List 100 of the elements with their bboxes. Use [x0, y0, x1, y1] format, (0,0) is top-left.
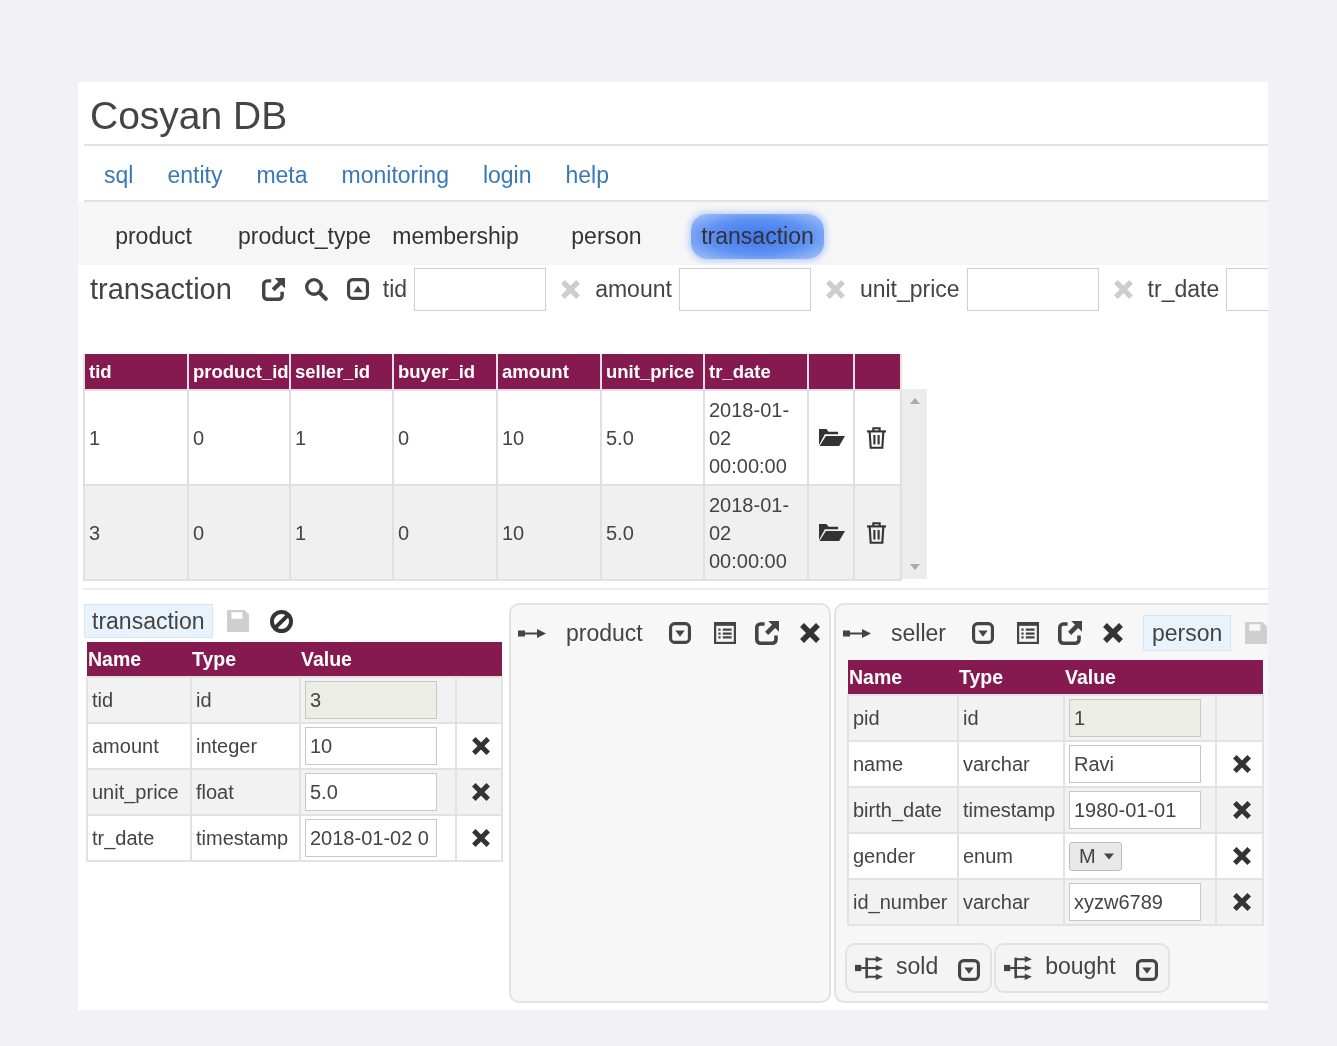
table-cell: 2018-01-02 00:00:00 [704, 485, 808, 580]
nav-link[interactable]: login [465, 161, 549, 189]
caret-down-icon[interactable] [668, 622, 691, 644]
column-header: Type [958, 660, 1064, 695]
entity-badge: transaction [84, 604, 213, 638]
folder-icon[interactable] [819, 524, 845, 541]
list-icon[interactable] [713, 622, 736, 644]
nav-link[interactable]: sql [87, 161, 151, 189]
trash-icon[interactable] [867, 521, 886, 544]
table-cell: tr_date [87, 815, 191, 861]
entity-tab[interactable]: product [105, 214, 202, 259]
table-cell: tid [87, 677, 191, 723]
table-cell: id_number [848, 879, 958, 925]
value-field[interactable]: 1980-01-01 [1069, 791, 1201, 829]
entity-tab[interactable]: transaction [691, 214, 824, 259]
ban-icon[interactable] [269, 609, 293, 633]
table-cell: 5.0 [601, 390, 704, 485]
filter-label: tid [382, 275, 408, 303]
column-header: Type [191, 642, 300, 677]
filter-input[interactable] [414, 267, 547, 311]
table-cell: 1 [290, 390, 393, 485]
table-cell: unit_price [87, 769, 191, 815]
caret-down-icon[interactable] [1135, 959, 1158, 981]
value-field[interactable]: xyzw6789 [1069, 883, 1201, 921]
table-cell: 0 [188, 485, 290, 580]
nav-link[interactable]: monitoring [324, 161, 466, 189]
nav-link[interactable]: meta [239, 161, 325, 189]
column-header[interactable]: amount [497, 354, 601, 390]
list-icon[interactable] [1016, 622, 1039, 644]
table-cell: enum [958, 833, 1064, 879]
column-header: Value [300, 642, 456, 677]
trash-icon[interactable] [867, 426, 886, 449]
value-field[interactable]: 5.0 [305, 773, 437, 811]
close-icon[interactable] [472, 737, 490, 755]
column-header[interactable]: unit_price [601, 354, 704, 390]
entity-tab[interactable]: product_type [228, 214, 381, 259]
column-header[interactable]: product_id [188, 354, 290, 390]
close-icon[interactable] [799, 623, 820, 643]
caret-down-icon[interactable] [958, 959, 981, 981]
table-cell: 5.0 [601, 485, 704, 580]
filter-input[interactable] [1226, 267, 1268, 311]
table-cell: id [958, 695, 1064, 741]
table-cell: 10 [497, 390, 601, 485]
column-header[interactable]: buyer_id [393, 354, 497, 390]
select-field[interactable]: M [1069, 841, 1122, 871]
table-cell: 3 [84, 485, 188, 580]
close-icon[interactable] [1232, 801, 1251, 819]
value-field: 3 [305, 681, 437, 719]
search-icon[interactable] [304, 277, 328, 301]
value-field[interactable]: Ravi [1069, 745, 1201, 783]
close-icon[interactable] [1232, 847, 1251, 865]
close-icon[interactable] [472, 829, 490, 847]
entity-tab[interactable]: membership [382, 214, 529, 259]
caret-icon [1103, 852, 1114, 860]
value-field[interactable]: 10 [305, 727, 437, 765]
caret-up-icon[interactable] [346, 278, 369, 300]
external-link-icon[interactable] [1057, 621, 1082, 645]
close-icon[interactable] [472, 783, 490, 801]
table-cell: pid [848, 695, 958, 741]
arrow-icon [518, 628, 546, 638]
close-icon[interactable] [1232, 893, 1251, 911]
reference-button[interactable]: bought [994, 943, 1170, 993]
column-header[interactable]: seller_id [290, 354, 393, 390]
link-title: product [566, 619, 643, 647]
table-cell: 1 [290, 485, 393, 580]
table-cell: timestamp [191, 815, 300, 861]
close-icon[interactable] [1102, 623, 1123, 643]
caret-down-icon[interactable] [971, 622, 994, 644]
nav-link[interactable]: help [548, 161, 626, 189]
column-header: Value [1064, 660, 1216, 695]
filter-label: unit_price [859, 275, 960, 303]
value-field[interactable]: 2018-01-02 0 [305, 819, 437, 857]
table-cell: 1 [84, 390, 188, 485]
close-icon[interactable] [1232, 755, 1251, 773]
entity-badge: person [1142, 615, 1232, 651]
nav-link[interactable]: entity [150, 161, 240, 189]
table-cell: float [191, 769, 300, 815]
reference-button[interactable]: sold [845, 943, 993, 993]
value-field: 1 [1069, 699, 1201, 737]
column-header[interactable]: tid [84, 354, 188, 390]
sitemap-icon [855, 956, 883, 980]
table-cell: birth_date [848, 787, 958, 833]
entity-tab[interactable]: person [561, 214, 652, 259]
column-header: Name [848, 660, 958, 695]
column-header[interactable]: tr_date [704, 354, 808, 390]
table-cell: 0 [393, 485, 497, 580]
filter-label: tr_date [1147, 275, 1220, 303]
table-cell: 0 [393, 390, 497, 485]
table-cell: varchar [958, 741, 1064, 787]
filter-input[interactable] [678, 267, 811, 311]
folder-icon[interactable] [819, 429, 845, 446]
table-cell: 2018-01-02 00:00:00 [704, 390, 808, 485]
column-header [456, 642, 502, 677]
table-cell: amount [87, 723, 191, 769]
external-link-icon[interactable] [261, 277, 285, 301]
table-cell: varchar [958, 879, 1064, 925]
filter-input[interactable] [966, 267, 1099, 311]
app-title: Cosyan DB [89, 93, 289, 139]
table-cell: name [848, 741, 958, 787]
external-link-icon[interactable] [754, 621, 779, 645]
